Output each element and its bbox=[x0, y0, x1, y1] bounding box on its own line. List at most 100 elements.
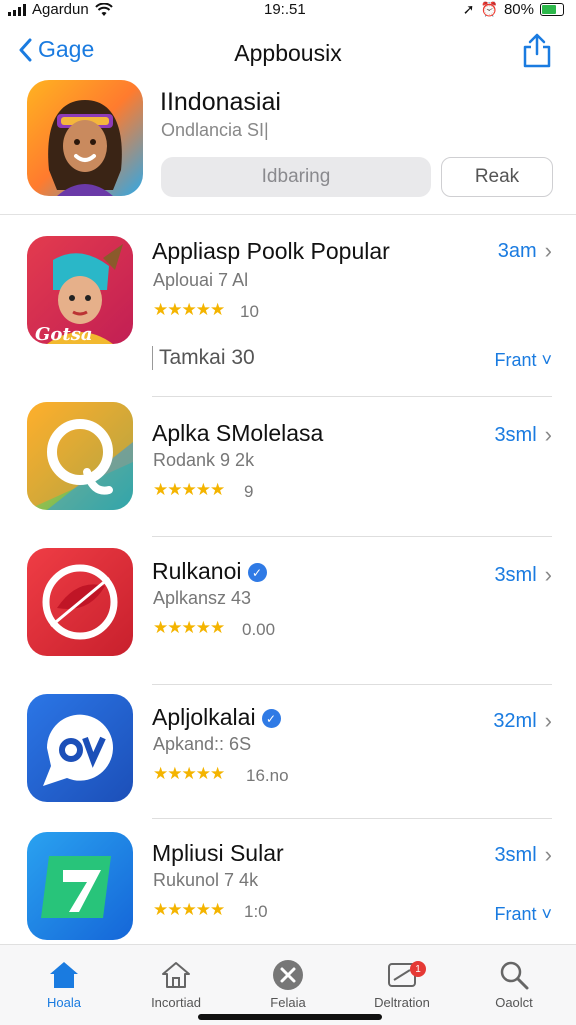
battery-icon bbox=[540, 3, 564, 16]
star-rating: ★★★★★ bbox=[153, 900, 225, 919]
chevron-right-icon: › bbox=[544, 842, 552, 867]
page-title: Appbousix bbox=[234, 40, 342, 66]
app-size-button[interactable]: 3sml › bbox=[494, 422, 552, 448]
divider bbox=[152, 818, 552, 819]
tab-home[interactable]: Hoala bbox=[14, 955, 114, 1010]
search-icon bbox=[464, 955, 564, 995]
notification-badge: 1 bbox=[410, 961, 426, 977]
list-item[interactable]: Apljolkalai ✓ Apkand:: 6S ★★★★★ 16.no 32m… bbox=[0, 694, 576, 824]
tab-bar: Hoala Incortiad Felaia 1 Deltration Oaol… bbox=[0, 944, 576, 1025]
app-size-button[interactable]: 3sml › bbox=[494, 842, 552, 868]
divider bbox=[152, 396, 552, 397]
rating-count: 0.00 bbox=[242, 620, 276, 639]
featured-app-name: IIndonasiai bbox=[160, 88, 281, 116]
featured-app-icon[interactable] bbox=[27, 80, 143, 196]
tab-label: Felaia bbox=[270, 995, 306, 1010]
avatar-illustration bbox=[48, 100, 122, 196]
more-label: Frant bbox=[494, 350, 537, 370]
app-name: Apljolkalai ✓ bbox=[152, 704, 281, 731]
app-size: 32ml bbox=[493, 709, 537, 732]
update-tray-icon bbox=[352, 955, 452, 995]
featured-app: IIndonasiai Ondlancia SI| Idbaring Reak bbox=[0, 80, 576, 215]
alarm-icon: ⏰ bbox=[480, 1, 498, 17]
clock: 19:.51 bbox=[264, 1, 306, 18]
tab-label: Oaolct bbox=[495, 995, 533, 1010]
star-rating: ★★★★★ bbox=[153, 618, 225, 637]
share-button[interactable] bbox=[522, 32, 552, 73]
featured-primary-button[interactable]: Idbaring bbox=[161, 157, 431, 197]
list-item[interactable]: Rulkanoi ✓ Aplkansz 43 ★★★★★ 0.00 3sml › bbox=[0, 548, 576, 688]
location-icon: ➚ bbox=[462, 1, 475, 17]
carrier-label: Agardun bbox=[32, 1, 89, 18]
app-subtitle: Aplkansz 43 bbox=[153, 588, 252, 608]
rating-count: 10 bbox=[240, 302, 259, 321]
app-icon[interactable] bbox=[27, 402, 133, 510]
app-logo-icon bbox=[42, 564, 118, 640]
app-name: Mpliusi Sular bbox=[152, 840, 284, 866]
chevron-right-icon: › bbox=[544, 238, 552, 263]
list-item[interactable]: Mpliusi Sular Rukunol 7 4k ★★★★★ 1:0 3sm… bbox=[0, 832, 576, 944]
rating-count: 9 bbox=[244, 482, 254, 501]
app-logo-icon bbox=[27, 402, 133, 510]
app-size-button[interactable]: 3sml › bbox=[494, 562, 552, 588]
more-label: Frant bbox=[494, 904, 537, 924]
app-subtitle: Rodank 9 2k bbox=[153, 450, 255, 470]
more-dropdown[interactable]: Frant ˅ bbox=[494, 904, 552, 925]
app-size: 3sml bbox=[494, 423, 537, 446]
app-subtitle: Apkand:: 6S bbox=[153, 734, 252, 754]
chevron-down-icon: ˅ bbox=[541, 350, 552, 370]
status-bar: Agardun 19:.51 ➚ ⏰ 80% bbox=[0, 0, 576, 24]
app-subtitle: Rukunol 7 4k bbox=[153, 870, 259, 890]
navigation-bar: Gage Appbousix bbox=[0, 30, 576, 74]
tab-incortiad[interactable]: Incortiad bbox=[126, 955, 226, 1010]
star-rating: ★★★★★ bbox=[153, 300, 225, 319]
list-item[interactable]: Aplka SMolelasa Rodank 9 2k ★★★★★ 9 3sml… bbox=[0, 402, 576, 542]
avatar-illustration: Gotsa bbox=[35, 244, 123, 344]
chevron-down-icon: ˅ bbox=[541, 904, 552, 924]
app-icon[interactable] bbox=[27, 548, 133, 656]
featured-app-subtitle: Ondlancia SI| bbox=[161, 120, 269, 140]
signal-icon bbox=[8, 3, 26, 16]
tab-updates[interactable]: 1 Deltration bbox=[352, 955, 452, 1010]
app-icon[interactable]: Gotsa bbox=[27, 236, 133, 344]
app-name: Rulkanoi ✓ bbox=[152, 558, 267, 585]
tab-label: Hoala bbox=[47, 995, 81, 1010]
home-indicator bbox=[198, 1014, 382, 1020]
app-logo-icon bbox=[41, 856, 111, 918]
chevron-right-icon: › bbox=[544, 708, 552, 733]
tab-felaia[interactable]: Felaia bbox=[238, 955, 338, 1010]
tab-search[interactable]: Oaolct bbox=[464, 955, 564, 1010]
app-size-button[interactable]: 32ml › bbox=[493, 708, 552, 734]
star-rating: ★★★★★ bbox=[153, 764, 225, 783]
rating-count: 1:0 bbox=[244, 902, 268, 921]
divider bbox=[152, 536, 552, 537]
tab-label: Deltration bbox=[374, 995, 430, 1010]
chevron-right-icon: › bbox=[544, 562, 552, 587]
app-name-text: Apljolkalai bbox=[152, 704, 256, 730]
featured-secondary-button[interactable]: Reak bbox=[441, 157, 553, 197]
share-icon bbox=[523, 33, 551, 68]
app-size: 3am bbox=[497, 239, 537, 262]
wifi-icon bbox=[94, 2, 113, 16]
chat-bubble-icon bbox=[43, 714, 113, 786]
rating-count: 16.no bbox=[246, 766, 289, 785]
app-name-text: Rulkanoi bbox=[152, 558, 242, 584]
app-icon[interactable] bbox=[27, 832, 133, 940]
app-size: 3sml bbox=[494, 563, 537, 586]
extra-label: Tamkai 30 bbox=[152, 346, 255, 370]
extra-label-text: Tamkai 30 bbox=[159, 346, 255, 369]
star-rating: ★★★★★ bbox=[153, 480, 225, 499]
house-outline-icon bbox=[126, 955, 226, 995]
list-item[interactable]: Gotsa Appliasp Poolk Popular Aplouai 7 A… bbox=[0, 236, 576, 397]
verified-badge-icon: ✓ bbox=[247, 563, 267, 583]
chevron-right-icon: › bbox=[544, 422, 552, 447]
app-name: Appliasp Poolk Popular bbox=[152, 238, 390, 264]
cross-circle-icon bbox=[238, 955, 338, 995]
app-name: Aplka SMolelasa bbox=[152, 420, 324, 446]
app-subtitle: Aplouai 7 Al bbox=[153, 270, 249, 290]
house-filled-icon bbox=[14, 955, 114, 995]
more-dropdown[interactable]: Frant ˅ bbox=[494, 350, 552, 371]
app-icon[interactable] bbox=[27, 694, 133, 802]
divider bbox=[152, 684, 552, 685]
app-size-button[interactable]: 3am › bbox=[498, 238, 552, 264]
